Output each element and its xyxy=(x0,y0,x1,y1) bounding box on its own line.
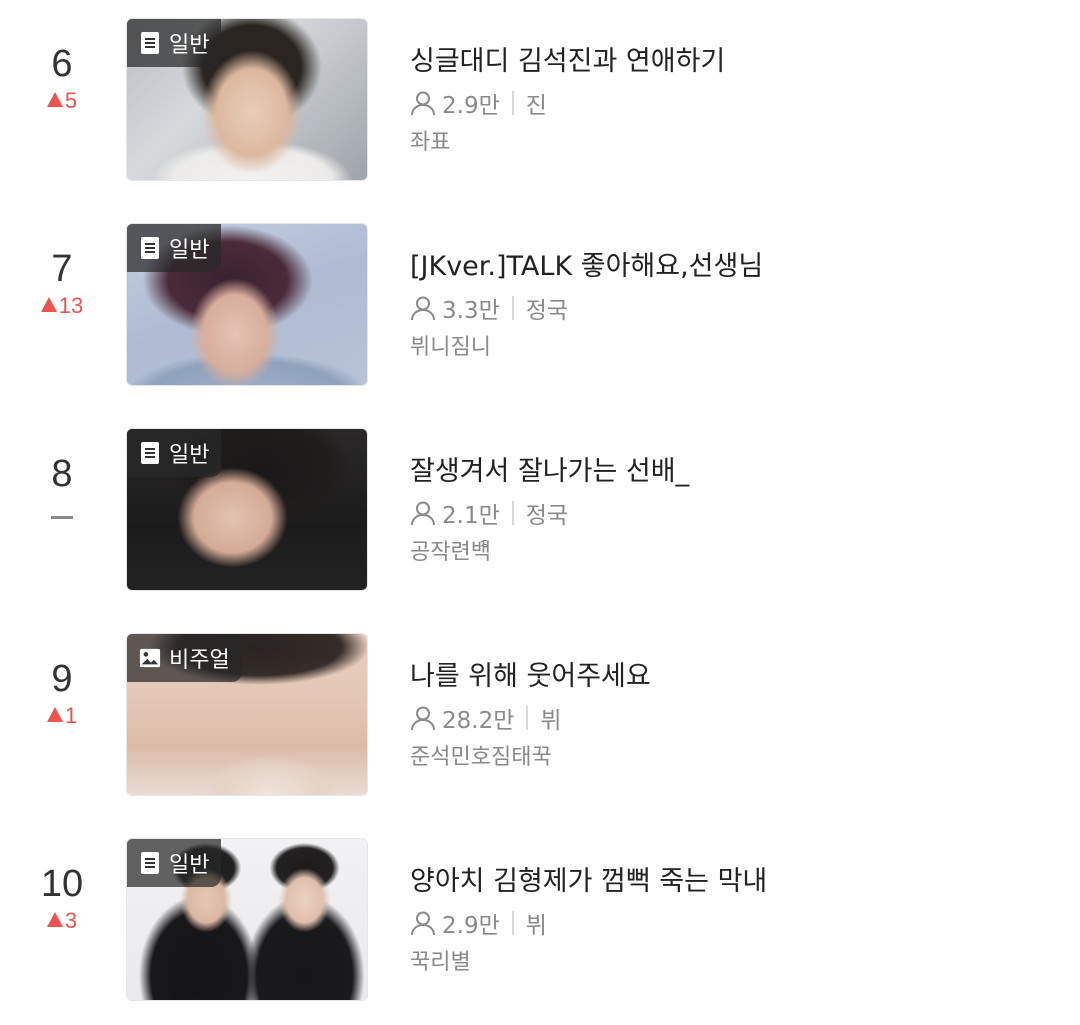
category-label: 비주얼 xyxy=(169,648,230,673)
rank-up-icon xyxy=(46,912,63,927)
person-icon xyxy=(410,910,436,936)
view-count: 2.1만 xyxy=(442,503,500,529)
rank-number: 9 xyxy=(51,658,73,700)
meta-divider xyxy=(511,296,514,320)
story-title[interactable]: 싱글대디 김석진과 연애하기 xyxy=(410,44,725,80)
rank-change-value: 1 xyxy=(64,703,78,728)
story-title[interactable]: 양아치 김형제가 껌뻑 죽는 막내 xyxy=(410,864,767,900)
meta-divider xyxy=(511,911,514,935)
story-title[interactable]: [JKver.]TALK 좋아해요,선생님 xyxy=(410,249,763,285)
rank-change xyxy=(22,498,102,524)
rank-change-value: 3 xyxy=(64,908,78,933)
story-thumbnail[interactable]: 일반 xyxy=(126,838,368,1001)
list-item[interactable]: 7 13 일반 [JKver.]TALK 좋아해요,선생님 3.3만 정국 뷔니… xyxy=(0,205,1080,386)
category-badge: 일반 xyxy=(127,429,222,477)
document-icon xyxy=(139,851,161,875)
rank-change: 5 xyxy=(22,88,102,114)
rank-up-icon xyxy=(40,297,57,312)
category-badge: 비주얼 xyxy=(127,634,242,682)
rank-change: 3 xyxy=(22,908,102,934)
rank-number: 10 xyxy=(40,863,84,905)
rank-same-icon xyxy=(51,515,73,519)
rank-indicator: 6 5 xyxy=(22,42,102,114)
member-tag: 정국 xyxy=(525,503,569,529)
list-item[interactable]: 9 1 비주얼 나를 위해 웃어주세요 28.2만 뷔 준석민호짐태꾹 xyxy=(0,615,1080,796)
story-thumbnail[interactable]: 일반 xyxy=(126,223,368,386)
list-item[interactable]: 8 일반 잘생겨서 잘나가는 선배_ 2.1만 정국 공작련백ꩰ xyxy=(0,410,1080,591)
author-name[interactable]: 공작련백ꩰ xyxy=(410,538,491,568)
rank-indicator: 9 1 xyxy=(22,657,102,729)
person-icon xyxy=(410,705,436,731)
rank-change: 13 xyxy=(22,293,102,319)
rank-up-icon xyxy=(46,92,63,107)
story-meta: 2.9만 뷔 xyxy=(410,908,547,939)
rank-indicator: 8 xyxy=(22,452,102,524)
author-name[interactable]: 좌표 xyxy=(410,128,450,158)
author-name[interactable]: 뷔니짐니 xyxy=(410,333,491,363)
category-badge: 일반 xyxy=(127,224,222,272)
story-title[interactable]: 나를 위해 웃어주세요 xyxy=(410,659,651,695)
story-meta: 3.3만 정국 xyxy=(410,293,569,324)
rank-indicator: 10 3 xyxy=(22,862,102,934)
rank-indicator: 7 13 xyxy=(22,247,102,319)
list-item[interactable]: 6 5 일반 싱글대디 김석진과 연애하기 2.9만 진 좌표 xyxy=(0,0,1080,181)
category-label: 일반 xyxy=(169,238,210,263)
list-item[interactable]: 10 3 일반 양아치 김형제가 껌뻑 죽는 막내 2.9만 뷔 꾹리별 xyxy=(0,820,1080,1001)
person-icon xyxy=(410,500,436,526)
rank-change-value: 5 xyxy=(64,88,78,113)
view-count: 2.9만 xyxy=(442,913,500,939)
category-badge: 일반 xyxy=(127,839,222,887)
image-icon xyxy=(139,646,161,670)
story-meta: 2.9만 진 xyxy=(410,88,547,119)
story-meta: 28.2만 뷔 xyxy=(410,703,562,734)
member-tag: 뷔 xyxy=(540,708,562,734)
document-icon xyxy=(139,31,161,55)
story-thumbnail[interactable]: 비주얼 xyxy=(126,633,368,796)
member-tag: 진 xyxy=(525,93,547,119)
document-icon xyxy=(139,236,161,260)
rank-change: 1 xyxy=(22,703,102,729)
view-count: 3.3만 xyxy=(442,298,500,324)
author-name[interactable]: 꾹리별 xyxy=(410,948,471,978)
document-icon xyxy=(139,441,161,465)
meta-divider xyxy=(511,91,514,115)
story-meta: 2.1만 정국 xyxy=(410,498,569,529)
author-name[interactable]: 준석민호짐태꾹 xyxy=(410,743,552,773)
category-label: 일반 xyxy=(169,853,210,878)
member-tag: 뷔 xyxy=(525,913,547,939)
rank-number: 7 xyxy=(51,248,73,290)
story-title[interactable]: 잘생겨서 잘나가는 선배_ xyxy=(410,454,689,490)
rank-number: 6 xyxy=(51,43,73,85)
rank-number: 8 xyxy=(51,453,73,495)
category-badge: 일반 xyxy=(127,19,222,67)
meta-divider xyxy=(526,706,529,730)
ranking-list: 6 5 일반 싱글대디 김석진과 연애하기 2.9만 진 좌표 7 13 일반 … xyxy=(0,0,1080,1025)
rank-up-icon xyxy=(46,707,63,722)
category-label: 일반 xyxy=(169,33,210,58)
member-tag: 정국 xyxy=(525,298,569,324)
meta-divider xyxy=(511,501,514,525)
story-thumbnail[interactable]: 일반 xyxy=(126,18,368,181)
person-icon xyxy=(410,295,436,321)
story-thumbnail[interactable]: 일반 xyxy=(126,428,368,591)
view-count: 2.9만 xyxy=(442,93,500,119)
category-label: 일반 xyxy=(169,443,210,468)
view-count: 28.2만 xyxy=(442,708,515,734)
person-icon xyxy=(410,90,436,116)
rank-change-value: 13 xyxy=(58,293,84,318)
